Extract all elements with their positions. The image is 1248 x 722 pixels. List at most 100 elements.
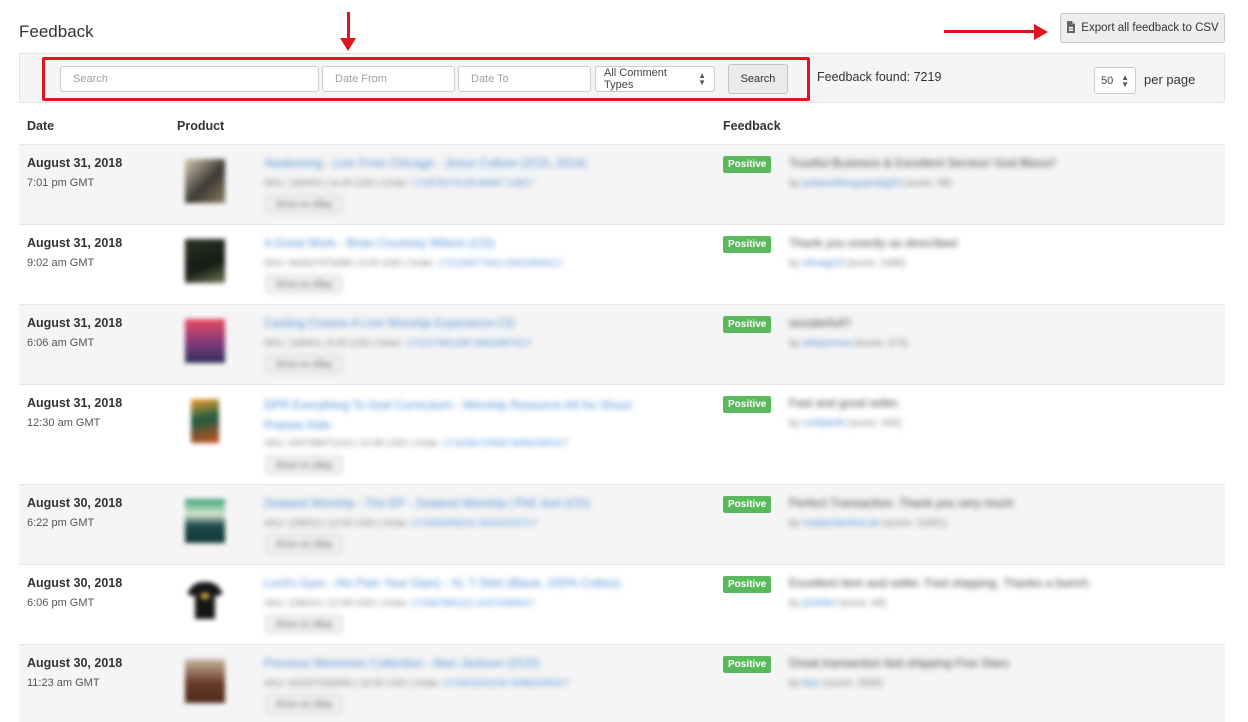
product-link[interactable]: Zealand Worship - The EP - Zealand Worsh… [264,496,590,510]
feedback-count: Feedback found: 7219 [817,70,942,84]
order-link[interactable]: 172878279128-89997 14817 [412,178,534,189]
status-badge: Positive [723,656,772,673]
product-thumbnail[interactable] [179,495,231,547]
comment-type-value: All Comment Types [604,67,667,91]
product-thumbnail[interactable] [179,235,231,287]
order-link[interactable]: 172903202249-30982290917 [444,678,569,689]
product-link[interactable]: Precious Memories Collection - Alan Jack… [264,656,539,670]
product-meta: SKU: 228014 | 12.99 USD | Order: 1733678… [264,598,535,609]
row-time: 6:06 pm GMT [27,597,95,609]
export-csv-button[interactable]: Export all feedback to CSV [1060,13,1225,43]
row-time: 6:22 pm GMT [27,517,95,529]
per-page-value: 50 [1101,74,1114,87]
product-thumbnail[interactable] [179,315,231,367]
product-thumbnail[interactable] [179,155,231,207]
product-meta: SKU: 228913 | 14.50 USD | Order: 1733050… [264,518,537,529]
product-link[interactable]: Lord's Gym - His Pain Your Gain) - XL T-… [264,576,620,590]
user-link[interactable]: rcollybeth [802,418,845,429]
show-on-ebay-button[interactable]: Show on eBay [266,355,343,373]
feedback-comment: Fast and good seller. [789,396,901,410]
row-date: August 31, 2018 [27,156,123,170]
feedback-comment: Trustful Business & Excellent Service! G… [789,156,1056,170]
row-date: August 30, 2018 [27,656,123,670]
product-meta: SKU: 602507536090 | 16.95 USD | Order: 1… [264,678,569,689]
order-link[interactable]: 173228170936-30992390417 [444,438,569,449]
table-row: August 31, 2018 12:30 am GMT DPR Everyth… [19,384,1225,484]
product-meta: SKU: 802507975089 | 9.00 USD | Order: 17… [264,258,564,269]
order-link[interactable]: 173305058216-30202200717 [412,518,537,529]
select-arrows-icon: ▲ ▼ [698,71,706,87]
user-link[interactable]: readamberline.de [802,518,880,529]
feedback-author: by rcollybeth (score: 440) [789,418,902,429]
order-link[interactable]: 172127981268-30816807617 [407,338,532,349]
annotation-arrow-down [340,12,356,52]
per-page-label: per page [1144,72,1196,87]
feedback-comment: wonderful!!! [789,316,852,330]
product-thumbnail[interactable] [179,395,231,447]
row-date: August 31, 2018 [27,396,123,410]
user-link[interactable]: jt2408rt [802,598,835,609]
status-badge: Positive [723,576,772,593]
comment-type-select[interactable]: All Comment Types ▲ ▼ [595,66,715,92]
product-meta: SKU: 000768071210 | 14.95 USD | Order: 1… [264,438,569,449]
feedback-author: by jt2408rt (score: 96) [789,598,887,609]
date-from-input[interactable] [322,66,455,92]
show-on-ebay-button[interactable]: Show on eBay [266,456,343,474]
search-input[interactable] [60,66,319,92]
row-date: August 31, 2018 [27,236,123,250]
user-link[interactable]: justanotherguyinatg20 [802,178,900,189]
product-link[interactable]: A Great Work - Brian Courtney Wilson (CD… [264,236,495,250]
row-time: 9:02 am GMT [27,257,95,269]
status-badge: Positive [723,316,772,333]
column-header-feedback: Feedback [723,119,781,133]
export-csv-label: Export all feedback to CSV [1081,22,1219,34]
table-row: August 30, 2018 6:06 pm GMT Lord's Gym -… [19,564,1225,644]
column-header-date: Date [27,119,55,133]
product-link[interactable]: Awakening - Live From Chicago - Jesus Cu… [264,156,587,170]
status-badge: Positive [723,236,772,253]
feedback-author: by adriyemma (score: 474) [789,338,908,349]
row-time: 11:23 am GMT [27,677,100,689]
show-on-ebay-button[interactable]: Show on eBay [266,535,343,553]
product-meta: SKU: 235403 | 14.00 USD | Order: 1728782… [264,178,535,189]
table-row: August 31, 2018 9:02 am GMT A Great Work… [19,224,1225,304]
status-badge: Positive [723,496,772,513]
table-row: August 31, 2018 7:01 pm GMT Awakening - … [19,144,1225,224]
user-link[interactable]: adriyemma [802,338,851,349]
status-badge: Positive [723,396,772,413]
feedback-author: by readamberline.de (score: 11651) [789,518,947,529]
order-link[interactable]: 172130577402-20922990017 [438,258,563,269]
product-meta: SKU: 228401 | 8.45 USD | Order: 17212798… [264,338,532,349]
feedback-author: by faxu (score: 2600) [789,678,883,689]
row-date: August 31, 2018 [27,316,123,330]
show-on-ebay-button[interactable]: Show on eBay [266,275,343,293]
feedback-comment: Perfect Transaction. Thank you very much [789,496,1014,510]
page-title: Feedback [19,22,94,41]
user-link[interactable]: rdmagi10 [802,258,844,269]
order-link[interactable]: 173367881111-20376280917 [412,598,535,609]
show-on-ebay-button[interactable]: Show on eBay [266,615,343,633]
feedback-comment: Excellent item and seller. Fast shipping… [789,576,1092,590]
annotation-arrow-right [944,24,1050,40]
search-button[interactable]: Search [728,64,788,94]
row-date: August 30, 2018 [27,496,123,510]
status-badge: Positive [723,156,772,173]
row-time: 7:01 pm GMT [27,177,95,189]
file-export-icon [1066,20,1076,36]
show-on-ebay-button[interactable]: Show on eBay [266,195,343,213]
feedback-comment: Great transaction fast shipping Five Sta… [789,656,1010,670]
product-thumbnail[interactable] [179,655,231,707]
user-link[interactable]: faxu [802,678,821,689]
column-header-product: Product [177,119,225,133]
show-on-ebay-button[interactable]: Show on eBay [266,695,343,713]
per-page-select[interactable]: 50 ▲ ▼ [1094,67,1136,94]
product-link[interactable]: DPR Everything To God Curriculum - Worsh… [264,395,664,435]
row-date: August 30, 2018 [27,576,123,590]
product-link[interactable]: Casting Crowns A Live Worship Experience… [264,316,515,330]
row-time: 6:06 am GMT [27,337,95,349]
product-thumbnail[interactable] [179,575,231,627]
date-to-input[interactable] [458,66,591,92]
table-row: August 31, 2018 6:06 am GMT Casting Crow… [19,304,1225,384]
row-time: 12:30 am GMT [27,417,101,429]
table-row: August 30, 2018 11:23 am GMT Precious Me… [19,644,1225,722]
